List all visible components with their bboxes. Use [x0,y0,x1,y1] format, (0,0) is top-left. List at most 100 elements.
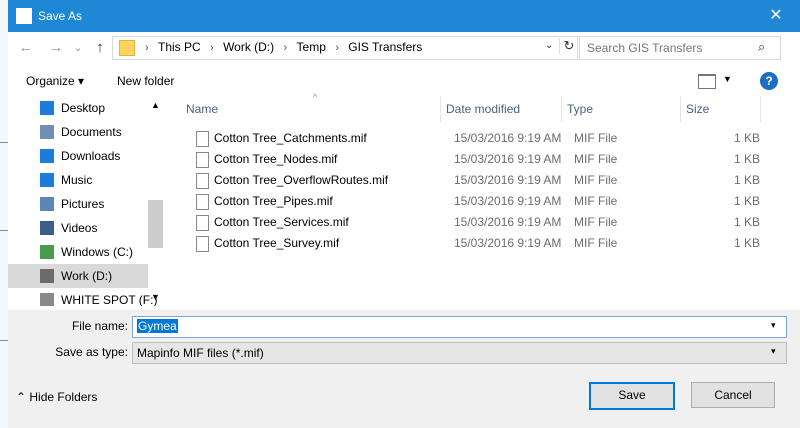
file-date: 15/03/2016 9:19 AM [454,194,562,208]
save-button[interactable]: Save [589,382,675,410]
filename-label: File name: [71,319,128,333]
sort-ascending-icon: ^ [313,92,318,102]
column-header-type[interactable]: Type [567,96,593,122]
file-icon [196,131,209,147]
music-icon [40,173,54,187]
filename-value: Gymea [137,319,178,333]
file-row[interactable]: Cotton Tree_Pipes.mif 15/03/2016 9:19 AM… [168,191,800,212]
organize-button[interactable]: Organize ▾ [26,74,84,88]
sidebar-item-desktop[interactable]: Desktop [8,96,148,120]
up-arrow-icon[interactable]: ↑ [90,38,110,58]
file-row[interactable]: Cotton Tree_Survey.mif 15/03/2016 9:19 A… [168,233,800,254]
sidebar-item-label: Documents [61,125,122,139]
pictures-icon [40,197,54,211]
column-divider[interactable] [561,96,562,122]
file-name: Cotton Tree_Services.mif [214,215,349,229]
search-icon[interactable]: ⌕ [758,39,765,55]
save-type-value: Mapinfo MIF files (*.mif) [137,346,264,360]
file-row[interactable]: Cotton Tree_Nodes.mif 15/03/2016 9:19 AM… [168,149,800,170]
column-divider[interactable] [680,96,681,122]
address-bar[interactable]: › This PC › Work (D:) › Temp › GIS Trans… [112,36,578,60]
sidebar-item-videos[interactable]: Videos [8,216,148,240]
file-size: 1 KB [733,131,760,145]
view-dropdown-icon[interactable]: ▼ [723,74,732,84]
file-type: MIF File [574,215,618,229]
file-icon [196,194,209,210]
file-date: 15/03/2016 9:19 AM [454,173,562,187]
breadcrumb-separator: › [283,42,288,54]
sidebar-item-pictures[interactable]: Pictures [8,192,148,216]
cancel-button[interactable]: Cancel [691,382,775,408]
app-icon [16,8,32,24]
file-row[interactable]: Cotton Tree_Services.mif 15/03/2016 9:19… [168,212,800,233]
hide-folders-button[interactable]: ⌃ Hide Folders [16,390,97,404]
file-name: Cotton Tree_Survey.mif [214,236,340,250]
file-date: 15/03/2016 9:19 AM [454,215,562,229]
sidebar-item-label: Videos [61,221,98,235]
breadcrumb-separator: › [145,42,149,54]
desktop-icon [40,101,54,115]
refresh-icon[interactable]: ↻ [559,38,578,54]
file-icon [196,215,209,231]
file-list[interactable]: ^ Name Date modified Type Size Cotton Tr… [168,92,800,310]
chevron-down-icon[interactable]: ▾ [771,346,776,357]
search-placeholder: Search GIS Transfers [587,41,703,55]
view-options-icon[interactable] [698,74,716,89]
recent-locations-icon[interactable]: ⌄ [68,38,88,58]
file-size: 1 KB [733,215,760,229]
sidebar-item-downloads[interactable]: Downloads [8,144,148,168]
scroll-down-icon[interactable]: ▼ [151,292,160,302]
drive-icon [40,269,54,283]
breadcrumb: › This PC › Work (D:) › Temp › GIS Trans… [139,40,422,54]
file-type: MIF File [574,131,618,145]
sidebar-item-label: Desktop [61,101,106,115]
filename-field[interactable]: Gymea ▾ [132,316,787,338]
sidebar-item-music[interactable]: Music [8,168,148,192]
videos-icon [40,221,54,235]
background-line [0,142,8,143]
breadcrumb-work-drive[interactable]: Work (D:) [223,40,274,54]
file-row[interactable]: Cotton Tree_OverflowRoutes.mif 15/03/201… [168,170,800,191]
address-dropdown-icon[interactable]: ⌄ [545,40,553,51]
file-date: 15/03/2016 9:19 AM [454,236,562,250]
save-type-select[interactable]: Mapinfo MIF files (*.mif) ▾ [132,342,787,364]
sidebar-item-documents[interactable]: Documents [8,120,148,144]
title-bar: Save As ✕ [8,0,800,32]
breadcrumb-this-pc[interactable]: This PC [158,40,201,54]
new-folder-button[interactable]: New folder [117,74,174,88]
sidebar-item-windows-c[interactable]: Windows (C:) [8,240,148,264]
file-icon [196,152,209,168]
file-name: Cotton Tree_Catchments.mif [214,131,367,145]
documents-icon [40,125,54,139]
column-header-date[interactable]: Date modified [446,96,520,122]
close-icon[interactable]: ✕ [765,5,787,27]
file-date: 15/03/2016 9:19 AM [454,131,562,145]
file-name: Cotton Tree_OverflowRoutes.mif [214,173,389,187]
sidebar-item-label: Work (D:) [61,269,113,283]
column-header-name[interactable]: Name [186,96,218,122]
file-date: 15/03/2016 9:19 AM [454,152,562,166]
sidebar-item-label: Music [61,173,93,187]
scrollbar-thumb[interactable] [148,200,163,248]
file-row[interactable]: Cotton Tree_Catchments.mif 15/03/2016 9:… [168,128,800,149]
scroll-up-icon[interactable]: ▲ [151,100,160,110]
sidebar-item-work-d[interactable]: Work (D:) [8,264,148,288]
help-icon[interactable]: ? [760,72,778,90]
breadcrumb-gis-transfers[interactable]: GIS Transfers [348,40,422,54]
background-line [0,230,8,231]
folder-icon [119,40,135,56]
search-box[interactable]: Search GIS Transfers ⌕ [579,36,781,60]
command-toolbar: Organize ▾ New folder ▼ ? [8,66,800,96]
file-type: MIF File [574,173,618,187]
chevron-down-icon[interactable]: ▾ [771,320,776,331]
column-header-size[interactable]: Size [686,96,709,122]
column-divider[interactable] [440,96,441,122]
navigation-pane[interactable]: Desktop Documents Downloads Music Pictur… [8,96,164,306]
sidebar-item-white-spot-f[interactable]: WHITE SPOT (F:) [8,288,157,306]
column-divider[interactable] [760,96,761,122]
sidebar-item-label: WHITE SPOT (F:) [61,293,158,306]
back-arrow-icon[interactable]: ← [16,38,36,58]
breadcrumb-temp[interactable]: Temp [297,40,326,54]
forward-arrow-icon[interactable]: → [46,38,66,58]
save-as-dialog: Save As ✕ ← → ⌄ ↑ › This PC › Work (D:) … [8,0,800,428]
